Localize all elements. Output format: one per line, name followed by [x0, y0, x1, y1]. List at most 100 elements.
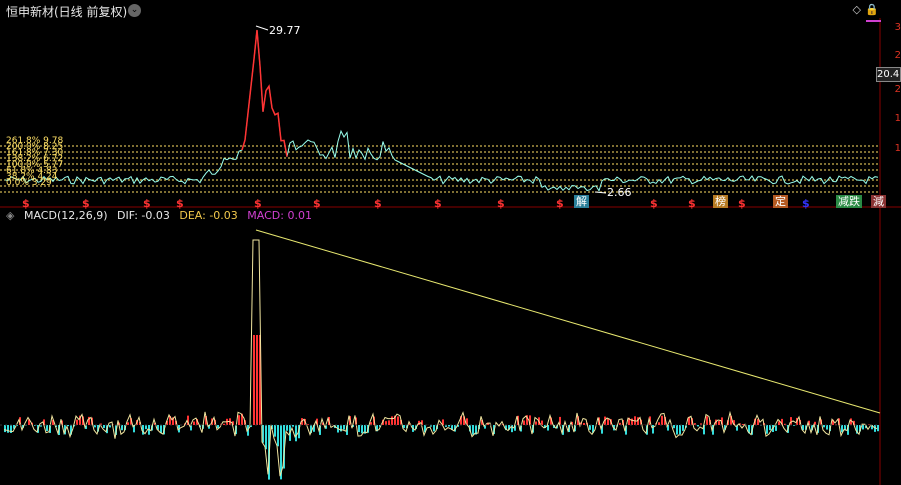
macd-bar: [361, 425, 363, 434]
event-marker[interactable]: $: [650, 197, 658, 210]
macd-value: MACD: 0.01: [247, 209, 312, 222]
event-marker[interactable]: $: [374, 197, 382, 210]
price-series: [4, 29, 879, 193]
macd-bar: [826, 425, 828, 430]
macd-bar: [766, 425, 768, 434]
dif-value: DIF: -0.03: [117, 209, 170, 222]
event-badge[interactable]: 定: [773, 195, 788, 208]
diamond-icon[interactable]: ◇: [853, 3, 861, 16]
dea-value: DEA: -0.03: [179, 209, 238, 222]
macd-bar: [679, 425, 681, 435]
event-badge[interactable]: 解: [574, 195, 589, 208]
event-marker[interactable]: $: [738, 197, 746, 210]
macd-bar: [790, 417, 792, 425]
settings-indicator: [866, 20, 881, 22]
macd-histogram: [4, 335, 879, 480]
macd-bar: [718, 421, 720, 425]
macd-bar: [823, 425, 825, 428]
macd-bar: [358, 425, 360, 433]
event-badge[interactable]: 减跌: [836, 195, 862, 208]
macd-bar: [343, 425, 345, 430]
macd-bar: [706, 416, 708, 425]
macd-bar: [385, 421, 387, 425]
chevron-down-icon[interactable]: ⌄: [128, 4, 141, 17]
macd-bar: [127, 422, 129, 425]
macd-bar: [340, 425, 342, 432]
fib-label: 0.0% 3.29: [6, 178, 52, 188]
macd-bar: [433, 425, 435, 432]
macd-bar: [286, 425, 288, 431]
macd-bar: [265, 425, 267, 450]
macd-bar: [7, 425, 9, 433]
macd-bar: [403, 425, 405, 429]
macd-bar: [523, 420, 525, 425]
macd-bar: [511, 425, 513, 433]
macd-bar: [652, 425, 654, 434]
macd-bar: [676, 425, 678, 435]
macd-bar: [76, 419, 78, 425]
macd-bar: [253, 335, 255, 425]
macd-bar: [103, 425, 105, 429]
macd-bar: [793, 425, 795, 426]
macd-bar: [769, 425, 771, 431]
macd-bar: [535, 421, 537, 425]
macd-bar: [397, 416, 399, 425]
dif-line: [3, 239, 878, 477]
event-badge[interactable]: 榜: [713, 195, 728, 208]
y-axis-label: 3: [894, 22, 901, 33]
macd-bar: [775, 425, 777, 431]
lock-icon[interactable]: 🔒: [865, 3, 879, 16]
macd-bar: [697, 425, 699, 427]
price-up-bars: [241, 29, 288, 157]
event-marker[interactable]: $: [802, 197, 810, 210]
macd-bar: [673, 425, 675, 429]
event-marker[interactable]: $: [434, 197, 442, 210]
macd-bar: [121, 425, 123, 431]
fibonacci-levels: [0, 145, 880, 193]
event-marker[interactable]: $: [688, 197, 696, 210]
high-price-label: 29.77: [269, 24, 301, 37]
macd-bar: [661, 415, 663, 425]
macd-bar: [223, 423, 225, 425]
y-axis-label: 1: [894, 113, 901, 124]
y-axis-label: 1: [894, 143, 901, 154]
macd-bar: [256, 335, 258, 425]
macd-bar: [295, 425, 297, 442]
macd-bar: [307, 424, 309, 425]
macd-name: MACD(12,26,9): [23, 209, 108, 222]
close-icon[interactable]: ◈: [6, 209, 14, 222]
macd-bar: [607, 418, 609, 425]
macd-legend: ◈ MACD(12,26,9) DIF: -0.03 DEA: -0.03 MA…: [6, 209, 318, 222]
macd-bar: [193, 421, 195, 425]
high-pointer: [255, 25, 269, 31]
macd-bar: [292, 425, 294, 427]
macd-bar: [682, 425, 684, 431]
macd-bar: [472, 425, 474, 435]
macd-bar: [388, 420, 390, 425]
macd-bar: [145, 425, 147, 430]
macd-bar: [274, 425, 276, 437]
macd-bar: [391, 416, 393, 425]
low-price-label: 2.66: [607, 186, 632, 199]
event-marker[interactable]: $: [556, 197, 564, 210]
macd-bar: [877, 425, 879, 432]
macd-bar: [583, 422, 585, 425]
macd-bar: [448, 425, 450, 427]
trend-line[interactable]: [255, 229, 881, 414]
macd-bar: [4, 425, 6, 433]
macd-bar: [742, 424, 744, 425]
event-badge[interactable]: 減: [871, 195, 886, 208]
macd-bar: [46, 425, 48, 431]
event-marker[interactable]: $: [497, 197, 505, 210]
macd-bar: [277, 425, 279, 447]
macd-bar: [589, 425, 591, 430]
chart-canvas[interactable]: [0, 0, 901, 485]
macd-bar: [541, 420, 543, 425]
macd-bar: [862, 425, 864, 430]
y-axis-label: 2: [894, 50, 901, 61]
current-price-box: 20.4: [876, 67, 901, 82]
page-title: 恒申新材(日线 前复权): [6, 5, 128, 19]
y-axis-label: 2: [894, 84, 901, 95]
macd-bar: [658, 422, 660, 425]
macd-bar: [238, 415, 240, 425]
